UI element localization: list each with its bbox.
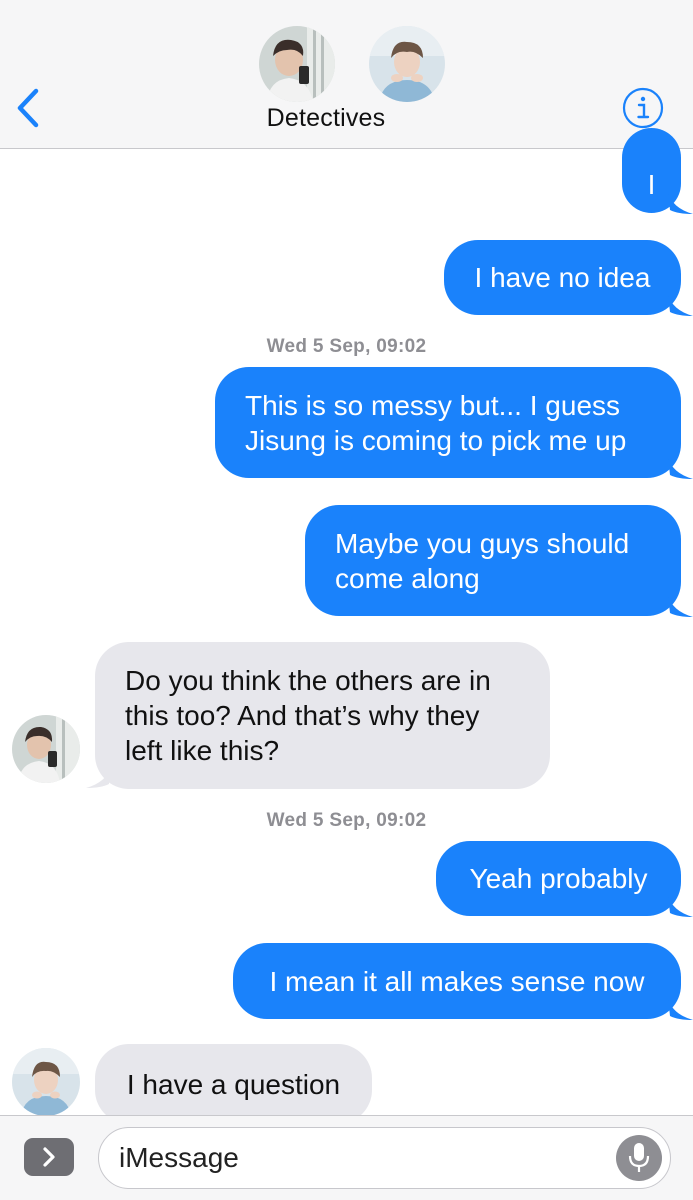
info-icon [622,87,664,129]
conversation-header: Detectives [0,0,693,149]
group-avatar-2[interactable] [369,26,445,102]
message-composer: iMessage [0,1115,693,1200]
sent-message-bubble[interactable]: I have no idea [444,240,681,315]
bubble-tail [668,294,693,316]
sender-avatar[interactable] [12,1048,80,1116]
message-input[interactable]: iMessage [98,1127,671,1189]
sent-message-bubble[interactable]: Maybe you guys should come along [305,505,681,616]
sent-message-bubble[interactable]: This is so messy but... I guess Jisung i… [215,367,681,478]
received-message-bubble[interactable]: I have a question [95,1044,372,1124]
bubble-tail [668,457,693,479]
bubble-tail [668,998,693,1020]
sent-message-bubble[interactable]: Yeah probably [436,841,681,916]
sent-message-bubble[interactable]: I mean it all makes sense now [233,943,681,1019]
sender-avatar[interactable] [12,715,80,783]
message-input-placeholder: iMessage [119,1142,239,1173]
back-button[interactable] [12,86,44,130]
chevron-left-icon [17,88,39,128]
received-message-bubble[interactable]: Do you think the others are in this too?… [95,642,550,789]
message-timestamp: Wed 5 Sep, 09:02 [266,810,427,831]
bubble-tail [668,595,693,617]
info-button[interactable] [621,86,665,130]
group-avatar-1[interactable] [259,26,335,102]
bubble-tail [668,192,693,214]
group-name[interactable]: Detectives [226,104,426,133]
microphone-icon [628,1143,650,1172]
chevron-right-icon [43,1147,55,1167]
microphone-button[interactable] [616,1135,662,1181]
bubble-tail [668,895,693,917]
message-timestamp: Wed 5 Sep, 09:02 [266,336,427,357]
apps-button[interactable] [24,1138,74,1176]
